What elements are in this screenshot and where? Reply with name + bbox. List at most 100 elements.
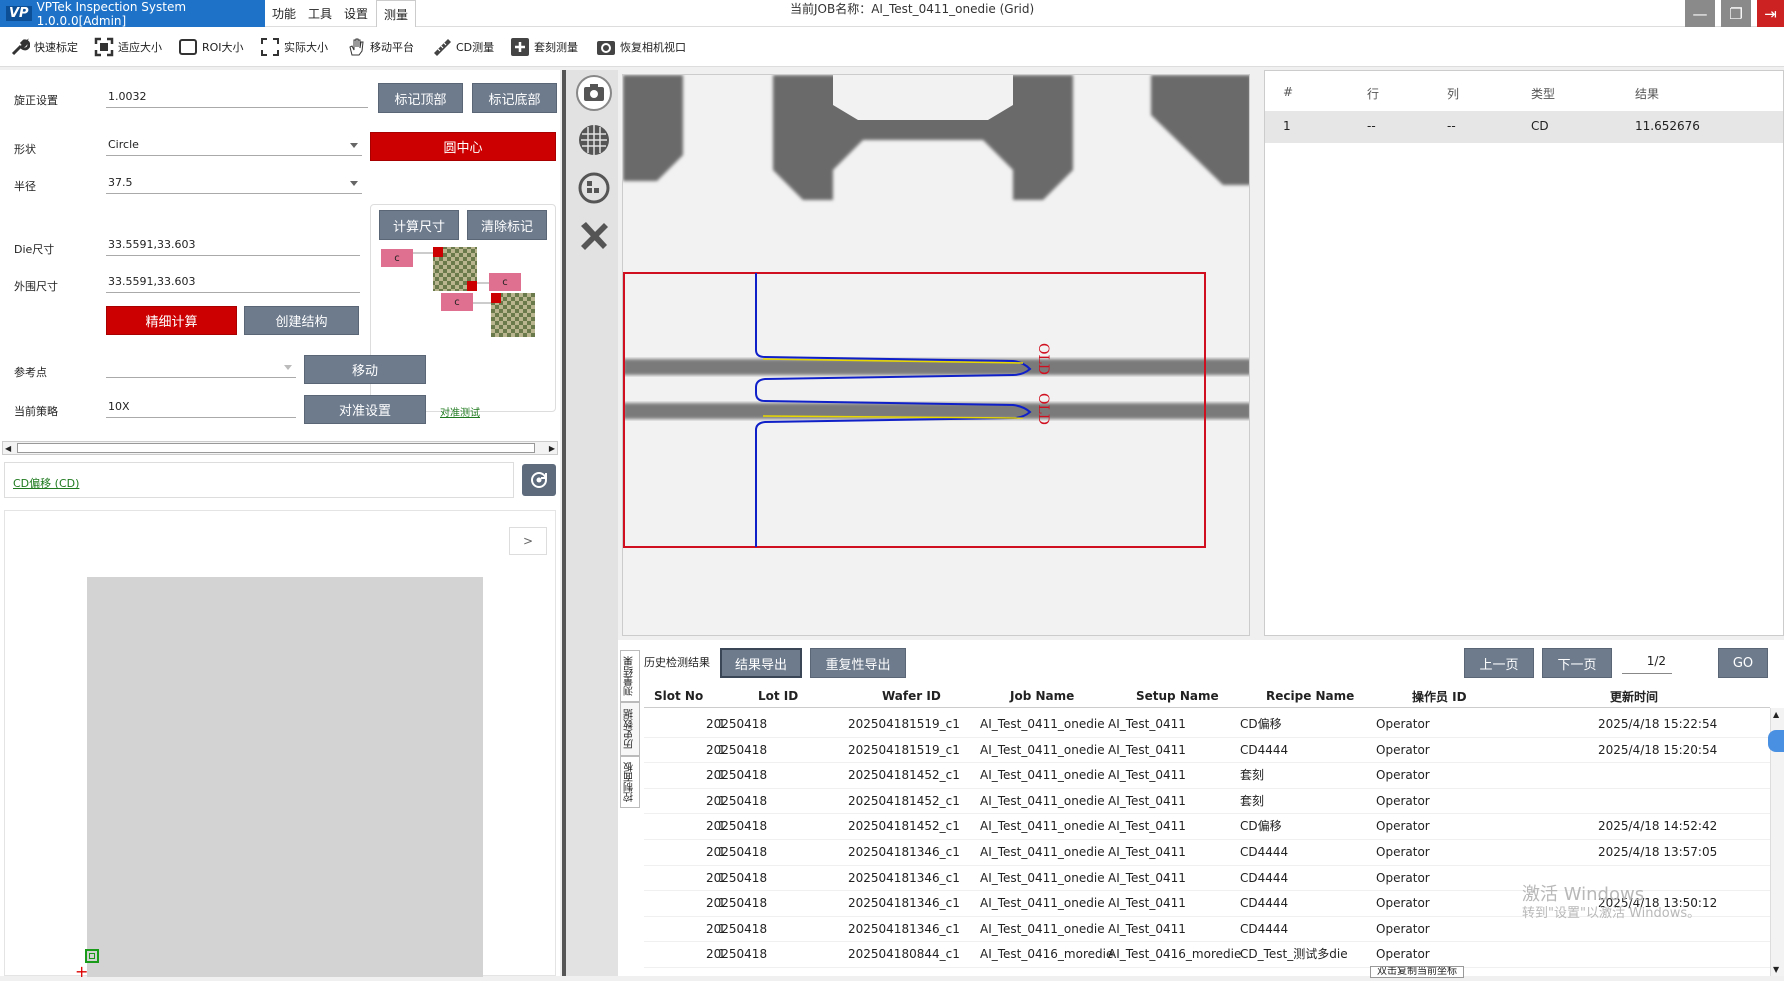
mark-bottom-button[interactable]: 标记底部 <box>472 83 557 113</box>
rotation-input[interactable]: 1.0032 <box>106 88 368 108</box>
tool-move-stage[interactable]: 移动平台 <box>346 33 414 61</box>
tool-restore-camera-view[interactable]: 恢复相机视口 <box>596 33 686 61</box>
outer-size-input[interactable]: 33.5591,33.603 <box>106 273 360 293</box>
table-cell: 2025/4/18 15:22:54 <box>1598 717 1718 731</box>
cd-label-bottom: OLD <box>1035 393 1051 425</box>
table-cell: Operator <box>1376 870 1430 885</box>
minimize-button[interactable]: — <box>1685 0 1715 27</box>
export-repeatability-button[interactable]: 重复性导出 <box>810 648 906 678</box>
page-input[interactable]: 1/2 <box>1622 654 1672 674</box>
cd-offset-link[interactable]: CD偏移 (CD) <box>13 475 79 491</box>
table-cell: Operator <box>1376 845 1430 859</box>
app-title: VPTek Inspection System 1.0.0.0[Admin] <box>36 0 187 28</box>
circle-center-button[interactable]: 圆中心 <box>370 132 556 161</box>
horizontal-scrollbar[interactable]: ◀ ▶ <box>2 441 558 455</box>
mark-top-button[interactable]: 标记顶部 <box>378 83 463 113</box>
table-row[interactable]: 1 20250418 202504181346_c1 AI_Test_0411_one… <box>644 840 1770 866</box>
tab-measure-result[interactable]: 测量结果 <box>620 650 640 702</box>
col-update-time[interactable]: 更新时间 <box>1610 686 1658 706</box>
refresh-button[interactable] <box>522 464 556 496</box>
col-slot-no[interactable]: Slot No <box>654 686 703 706</box>
wafer-map-button[interactable] <box>576 170 612 206</box>
result-table: # 行 列 类型 结果 1 -- -- CD 11.652676 <box>1264 70 1784 636</box>
calc-size-button[interactable]: 计算尺寸 <box>379 210 459 240</box>
result-row[interactable]: 1 -- -- CD 11.652676 <box>1265 111 1783 143</box>
move-button[interactable]: 移动 <box>304 355 426 384</box>
menu-settings[interactable]: 设置 <box>340 0 372 27</box>
table-cell: 202504181452_c1 <box>848 768 960 783</box>
table-cell: AI_Test_0411_onedie <box>980 768 1105 783</box>
tab-history-data[interactable]: 历史数据 <box>620 702 640 756</box>
table-row[interactable]: 1 20250418 202504181519_c1 AI_Test_0411_one… <box>644 712 1770 738</box>
scrollbar-thumb[interactable] <box>17 443 535 453</box>
cd-label-top: OLD <box>1035 343 1051 375</box>
table-cell: AI_Test_0411 <box>1108 742 1186 757</box>
col-wafer-id[interactable]: Wafer ID <box>882 686 941 706</box>
col-lot-id[interactable]: Lot ID <box>758 686 798 706</box>
tool-overlay-measure[interactable]: 套刻测量 <box>510 33 578 61</box>
tab-control-panel[interactable]: 控制面板 <box>620 756 640 808</box>
table-cell: 2025/4/18 15:20:54 <box>1598 742 1718 757</box>
menu-measure[interactable]: 测量 <box>376 0 416 27</box>
export-results-button[interactable]: 结果导出 <box>720 648 802 678</box>
table-cell: 2025/4/18 14:52:42 <box>1598 819 1718 834</box>
table-row[interactable]: 1 20250418 202504180844_c1 AI_Test_0416_mor… <box>644 942 1770 968</box>
tool-cd-measure[interactable]: CD测量 <box>432 33 494 61</box>
restore-button[interactable]: ❐ <box>1721 0 1751 27</box>
scroll-up-icon[interactable]: ▲ <box>1773 710 1779 719</box>
table-cell: AI_Test_0411_onedie <box>980 819 1105 834</box>
scroll-left-icon[interactable]: ◀ <box>5 444 11 453</box>
align-setup-button[interactable]: 对准设置 <box>304 395 426 424</box>
menu-tools[interactable]: 工具 <box>304 0 336 27</box>
col-job-name[interactable]: Job Name <box>1010 686 1074 706</box>
wafer-preview[interactable] <box>87 577 483 977</box>
table-row[interactable]: 1 20250418 202504181452_c1 AI_Test_0411_one… <box>644 814 1770 840</box>
go-button[interactable]: GO <box>1718 648 1768 678</box>
table-cell: 202504181452_c1 <box>848 819 960 834</box>
windows-watermark-subtitle: 转到"设置"以激活 Windows。 <box>1522 906 1701 921</box>
scroll-down-icon[interactable]: ▼ <box>1773 965 1779 974</box>
camera-button[interactable] <box>576 75 612 111</box>
table-row[interactable]: 1 20250418 202504181452_c1 AI_Test_0411_one… <box>644 789 1770 815</box>
history-panel: 测量结果 历史数据 控制面板 历史检测结果 结果导出 重复性导出 上一页 下一页… <box>618 640 1784 978</box>
minimize-icon: — <box>1692 4 1708 23</box>
plus-box-icon <box>510 37 530 57</box>
tool-quick-calibrate[interactable]: 快速标定 <box>10 33 78 61</box>
fit-icon <box>94 37 114 57</box>
strategy-input[interactable]: 10X <box>106 398 296 418</box>
table-row[interactable]: 1 20250418 202504181452_c1 AI_Test_0411_one… <box>644 763 1770 789</box>
side-tabs: 测量结果 历史数据 控制面板 <box>620 650 640 810</box>
col-setup-name[interactable]: Setup Name <box>1136 686 1219 706</box>
edge-handle[interactable] <box>1768 730 1784 752</box>
die-size-input[interactable]: 33.5591,33.603 <box>106 236 360 256</box>
clear-marks-button[interactable]: 清除标记 <box>467 210 547 240</box>
tool-actual-size[interactable]: 实际大小 <box>260 33 328 61</box>
exit-button[interactable]: ⇥ <box>1757 0 1784 27</box>
table-cell: 20250418 <box>706 768 768 783</box>
tool-roi-size[interactable]: ROI大小 <box>178 33 244 61</box>
grid-view-button[interactable] <box>576 122 612 158</box>
wrench-icon <box>10 37 31 57</box>
table-cell: CD偏移 <box>1240 819 1282 834</box>
col-operator-id[interactable]: 操作员 ID <box>1412 686 1467 706</box>
table-row[interactable]: 1 20250418 202504181519_c1 AI_Test_0411_one… <box>644 738 1770 764</box>
table-cell: Operator <box>1376 768 1430 783</box>
table-cell: AI_Test_0411 <box>1108 819 1186 834</box>
table-cell: 20250418 <box>706 742 768 757</box>
fine-calc-button[interactable]: 精细计算 <box>106 306 237 335</box>
radius-select[interactable]: 37.5 <box>106 174 362 194</box>
next-page-button[interactable]: 下一页 <box>1542 648 1612 678</box>
menu-function[interactable]: 功能 <box>268 0 300 27</box>
tools-button[interactable] <box>576 218 612 254</box>
prev-page-button[interactable]: 上一页 <box>1464 648 1534 678</box>
tools-icon <box>581 222 608 250</box>
next-panel-button[interactable]: > <box>509 527 547 555</box>
align-test-link[interactable]: 对准测试 <box>440 404 480 419</box>
shape-select[interactable]: Circle <box>106 136 362 156</box>
create-structure-button[interactable]: 创建结构 <box>244 306 359 335</box>
scroll-right-icon[interactable]: ▶ <box>549 444 555 453</box>
col-recipe-name[interactable]: Recipe Name <box>1266 686 1354 706</box>
ref-point-select[interactable] <box>106 358 296 378</box>
tool-fit-size[interactable]: 适应大小 <box>94 33 162 61</box>
image-viewport[interactable]: OLD OLD <box>622 74 1250 636</box>
